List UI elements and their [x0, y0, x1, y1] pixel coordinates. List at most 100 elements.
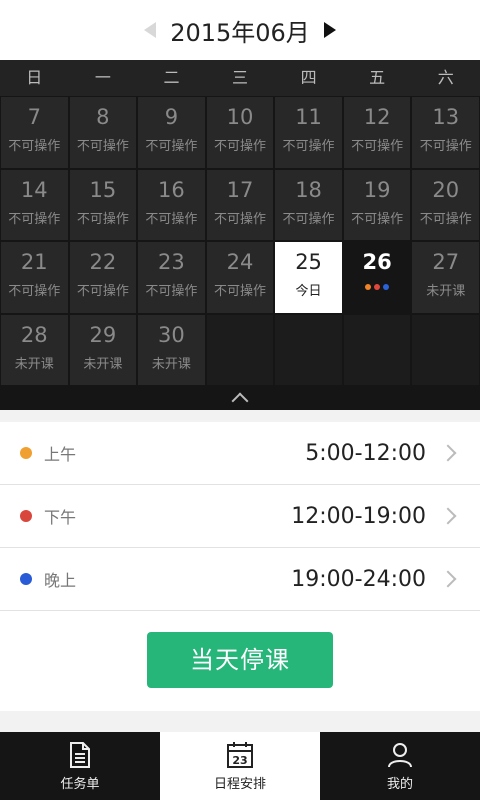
- weekday-header: 日 一 二 三 四 五 六: [0, 60, 480, 96]
- calendar-day-cell[interactable]: 11 不可操作: [275, 97, 342, 168]
- day-number: 9: [164, 105, 179, 129]
- day-status: 不可操作: [419, 211, 472, 227]
- document-icon: [70, 741, 90, 768]
- tab-schedule[interactable]: 23 日程安排: [160, 732, 320, 800]
- weekday-label: 五: [369, 68, 386, 87]
- day-number: 27: [432, 250, 460, 274]
- calendar-empty-cell: [275, 314, 342, 385]
- calendar-day-cell[interactable]: 22 不可操作: [69, 242, 137, 313]
- day-status: 不可操作: [8, 139, 61, 154]
- calendar-day-cell[interactable]: 27 未开课: [412, 242, 479, 313]
- afternoon-dot: [20, 510, 32, 522]
- weekday-label: 一: [94, 68, 111, 87]
- day-status: 未开课: [426, 284, 466, 299]
- bottom-tab-bar: 任务单 23 日程安排 我的: [0, 732, 480, 800]
- day-status: 不可操作: [213, 139, 266, 154]
- calendar-day-cell[interactable]: 20 不可操作: [412, 169, 479, 240]
- day-status: 不可操作: [351, 139, 404, 154]
- day-status: 不可操作: [282, 139, 335, 154]
- calendar-day-cell[interactable]: 16 不可操作: [138, 169, 205, 240]
- day-status: 不可操作: [145, 139, 198, 154]
- tab-label: 我的: [386, 776, 413, 792]
- day-number: 29: [89, 322, 117, 347]
- calendar-day-cell[interactable]: 14 不可操作: [1, 169, 68, 240]
- session-row-afternoon[interactable]: 下午 12:00-19:00: [0, 485, 480, 548]
- day-number: 22: [89, 250, 117, 274]
- day-number: 23: [158, 250, 185, 274]
- session-label: 下午: [44, 508, 77, 527]
- calendar-empty-cell: [343, 314, 411, 385]
- day-status: 不可操作: [145, 211, 198, 227]
- weekday-label: 六: [437, 68, 454, 87]
- day-number: 13: [432, 105, 460, 129]
- calendar-day-cell[interactable]: 28 未开课: [1, 314, 68, 385]
- day-number: 30: [158, 322, 185, 347]
- collapse-calendar-button[interactable]: [0, 386, 480, 410]
- day-number: 26: [362, 250, 392, 274]
- tab-label: 日程安排: [213, 776, 266, 792]
- day-status: 不可操作: [213, 284, 266, 299]
- tab-label: 任务单: [60, 776, 100, 792]
- calendar-day-cell[interactable]: 25 今日: [275, 242, 342, 313]
- calendar-empty-cell: [206, 314, 274, 385]
- day-number: 16: [158, 177, 185, 202]
- event-dot: [383, 284, 390, 290]
- day-status: 未开课: [83, 356, 123, 372]
- day-grid: 7 不可操作 8 不可操作 9 不可操作 10 不可操作 11 不可操作 12 不可操作 13 不可操作 1…: [0, 96, 480, 386]
- tab-profile[interactable]: 我的: [320, 732, 480, 800]
- day-number: 24: [226, 250, 254, 274]
- session-row-evening[interactable]: 晚上 19:00-24:00: [0, 548, 480, 611]
- calendar-day-cell[interactable]: 23 不可操作: [138, 242, 205, 313]
- suspend-class-button[interactable]: 当天停课: [147, 632, 333, 688]
- day-number: 18: [295, 177, 322, 202]
- day-number: 20: [432, 177, 460, 202]
- calendar-day-cell[interactable]: 7 不可操作: [1, 97, 68, 168]
- month-title: 2015年06月: [170, 18, 310, 47]
- weekday-label: 四: [300, 68, 317, 87]
- calendar-day-cell[interactable]: 12 不可操作: [343, 97, 411, 168]
- session-row-morning[interactable]: 上午 5:00-12:00: [0, 422, 480, 485]
- calendar-day-cell[interactable]: 9 不可操作: [138, 97, 205, 168]
- day-number: 17: [226, 177, 254, 202]
- calendar-day-cell[interactable]: 10 不可操作: [206, 97, 274, 168]
- chevron-up-icon: [231, 392, 249, 410]
- calendar: 日 一 二 三 四 五 六 7 不可操作 8 不可操作 9 不可操作 10 不可操作 11 不可操…: [0, 60, 480, 410]
- tab-tasks[interactable]: 任务单: [0, 732, 160, 800]
- calendar-day-cell[interactable]: 30 未开课: [138, 314, 205, 385]
- calendar-day-cell[interactable]: 24 不可操作: [206, 242, 274, 313]
- calendar-day-cell[interactable]: 26: [343, 242, 411, 313]
- day-status: 不可操作: [76, 211, 129, 227]
- evening-dot: [20, 573, 32, 585]
- next-month-icon[interactable]: [323, 22, 336, 38]
- day-number: 28: [20, 322, 48, 347]
- prev-month-icon[interactable]: [144, 22, 157, 38]
- day-number: 7: [27, 105, 41, 129]
- event-dot: [374, 284, 381, 290]
- day-number: 11: [295, 105, 322, 129]
- day-status: 今日: [295, 284, 322, 299]
- chevron-right-icon: [439, 444, 457, 462]
- day-number: 14: [20, 177, 48, 202]
- day-number: 25: [295, 250, 322, 274]
- day-status: 未开课: [14, 356, 54, 372]
- day-number: 15: [89, 177, 117, 202]
- day-number: 8: [96, 105, 110, 129]
- calendar-day-cell[interactable]: 29 未开课: [69, 314, 137, 385]
- day-status: 不可操作: [145, 284, 198, 299]
- calendar-day-cell[interactable]: 21 不可操作: [1, 242, 68, 313]
- calendar-icon: 23: [227, 741, 253, 768]
- calendar-day-cell[interactable]: 17 不可操作: [206, 169, 274, 240]
- day-number: 19: [363, 177, 391, 202]
- session-time: 19:00-24:00: [291, 566, 426, 592]
- calendar-day-cell[interactable]: 13 不可操作: [412, 97, 479, 168]
- day-status: 不可操作: [76, 284, 129, 299]
- calendar-day-cell[interactable]: 19 不可操作: [343, 169, 411, 240]
- session-label: 晚上: [44, 571, 77, 590]
- calendar-day-cell[interactable]: 18 不可操作: [275, 169, 342, 240]
- day-status: 不可操作: [8, 284, 61, 299]
- day-number: 12: [363, 105, 391, 129]
- day-status: 不可操作: [213, 211, 266, 227]
- session-list: 上午 5:00-12:00 下午 12:00-19:00 晚上 19:00-24…: [0, 422, 480, 611]
- calendar-day-cell[interactable]: 15 不可操作: [69, 169, 137, 240]
- calendar-day-cell[interactable]: 8 不可操作: [69, 97, 137, 168]
